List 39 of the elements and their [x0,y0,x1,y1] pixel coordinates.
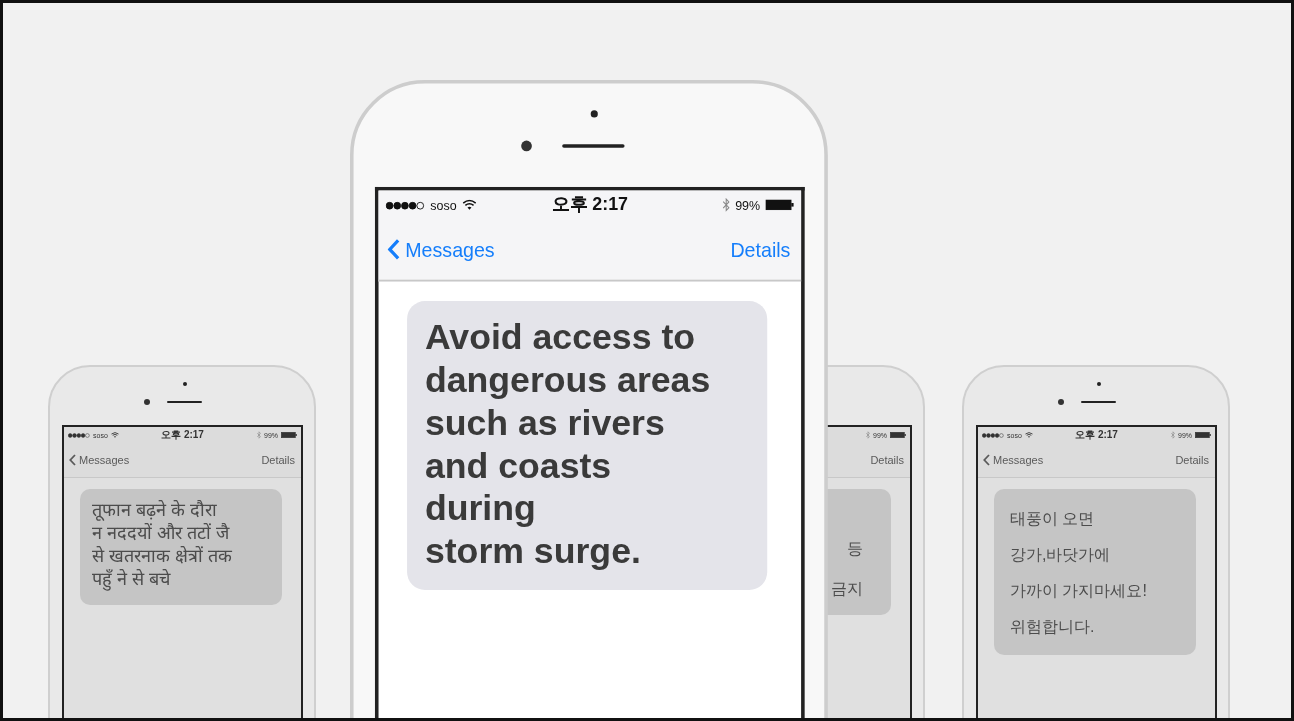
back-chevron-icon [387,238,400,261]
bluetooth-icon [257,431,261,439]
wifi-icon [1024,432,1033,438]
speaker-icon [562,144,625,148]
battery-icon [890,432,906,438]
wifi-icon [110,432,119,438]
sensor-icon [590,110,598,118]
back-button[interactable]: Messages [69,454,130,466]
status-time: 오후 2:17 [161,428,204,442]
signal-icon [68,432,90,438]
message-bubble: तूफान बढ़ने के दौरा न नददयों और तटों जै से खतरनाक क्षेत्रों तक पहुँ ने से बचे [80,489,282,605]
sensor-icon [183,382,187,386]
battery-icon [281,432,297,438]
battery-percent: 99% [735,198,761,212]
details-button[interactable]: Details [870,454,904,466]
bluetooth-icon [1171,431,1175,439]
status-time: 오후 2:17 [1075,428,1118,442]
back-button[interactable]: Messages [983,454,1044,466]
message-bubble: 태풍이 오면 강가,바닷가에 가까이 가지마세요! 위험합니다. [994,489,1196,655]
back-button[interactable]: Messages [387,238,495,261]
sensor-icon [1097,382,1101,386]
battery-icon [1195,432,1211,438]
details-button[interactable]: Details [730,238,791,261]
camera-icon [1058,399,1064,405]
bluetooth-icon [722,197,730,212]
message-bubble: Avoid access to dangerous areas such as rivers and coasts during storm surge. [407,301,768,590]
camera-icon [521,140,532,152]
wifi-icon [461,199,477,211]
signal-icon [385,200,425,210]
back-chevron-icon [69,454,76,466]
signal-icon [982,432,1004,438]
back-chevron-icon [983,454,990,466]
bluetooth-icon [866,431,870,439]
status-time: 오후 2:17 [551,193,628,216]
details-button[interactable]: Details [1175,454,1209,466]
battery-icon [765,199,794,211]
carrier-name: soso [430,198,457,212]
details-button[interactable]: Details [261,454,295,466]
camera-icon [144,399,150,405]
